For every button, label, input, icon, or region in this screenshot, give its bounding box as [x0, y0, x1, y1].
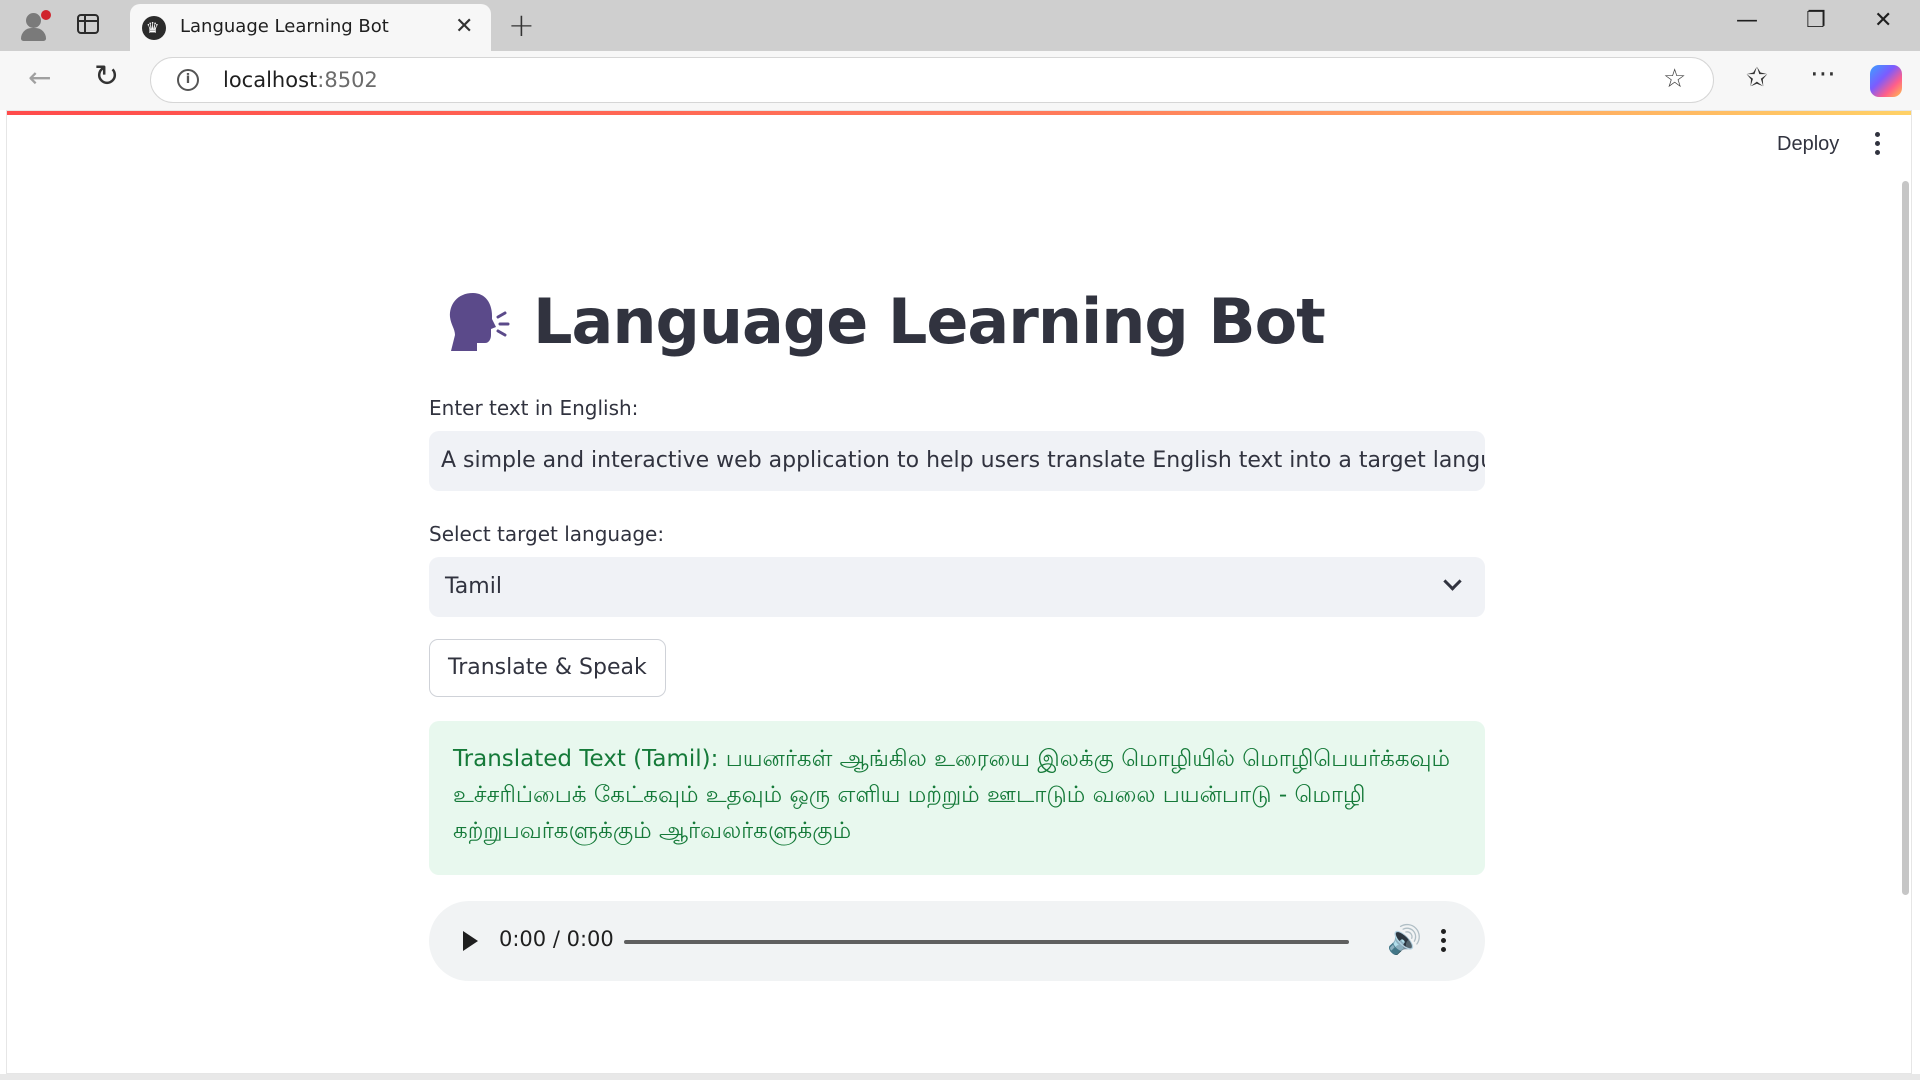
select-label: Select target language:: [429, 522, 665, 546]
audio-seek-bar[interactable]: [624, 940, 1349, 944]
scrollbar[interactable]: [1902, 181, 1909, 895]
play-icon[interactable]: [463, 931, 478, 951]
close-tab-icon[interactable]: ✕: [455, 14, 473, 39]
page-viewport: Deploy Language Learning Bot Enter text …: [6, 110, 1912, 1074]
audio-player: 0:00 / 0:00 🔊: [429, 901, 1485, 981]
site-info-icon[interactable]: i: [177, 69, 199, 91]
volume-icon[interactable]: 🔊: [1387, 923, 1422, 956]
reload-icon[interactable]: ↻: [94, 59, 119, 94]
copilot-icon[interactable]: [1870, 65, 1902, 97]
app-title: Language Learning Bot: [533, 285, 1326, 358]
url-text: localhost:8502: [223, 68, 378, 92]
audio-options-icon[interactable]: [1441, 929, 1447, 955]
back-icon[interactable]: ←: [28, 61, 51, 94]
address-bar-row: ← ↻ i localhost:8502 ☆ ✩ ⋯: [0, 51, 1920, 110]
main-menu-icon[interactable]: [1875, 129, 1881, 155]
url-bar[interactable]: i localhost:8502 ☆: [150, 57, 1714, 103]
english-text-input[interactable]: A simple and interactive web application…: [429, 431, 1485, 491]
favorites-icon[interactable]: ✩: [1746, 63, 1768, 93]
tab-actions-icon[interactable]: [77, 14, 99, 34]
chevron-down-icon: [1443, 572, 1462, 591]
browser-tab-bar: Language Learning Bot ✕ + — ❐ ✕: [0, 0, 1920, 51]
taskbar-edge: [0, 1074, 1920, 1080]
close-window-icon[interactable]: ✕: [1874, 8, 1892, 33]
minimize-icon[interactable]: —: [1736, 8, 1758, 33]
favorite-star-icon[interactable]: ☆: [1663, 64, 1686, 94]
more-menu-icon[interactable]: ⋯: [1810, 59, 1836, 89]
speaking-head-icon: [443, 287, 513, 357]
profile-icon[interactable]: [16, 8, 52, 44]
header-decoration-bar: [7, 111, 1911, 115]
new-tab-icon[interactable]: +: [508, 6, 535, 44]
translation-result: Translated Text (Tamil): பயனர்கள் ஆங்கில…: [429, 721, 1485, 875]
tab-title: Language Learning Bot: [180, 16, 389, 37]
select-value: Tamil: [445, 574, 502, 599]
input-label: Enter text in English:: [429, 396, 639, 420]
deploy-button[interactable]: Deploy: [1777, 133, 1839, 156]
language-select[interactable]: Tamil: [429, 557, 1485, 617]
audio-time: 0:00 / 0:00: [499, 927, 614, 951]
browser-tab[interactable]: Language Learning Bot ✕: [130, 4, 491, 51]
restore-icon[interactable]: ❐: [1806, 8, 1826, 33]
streamlit-favicon-icon: [142, 16, 166, 40]
translate-speak-button[interactable]: Translate & Speak: [429, 639, 666, 697]
page-title: Language Learning Bot: [443, 285, 1326, 365]
